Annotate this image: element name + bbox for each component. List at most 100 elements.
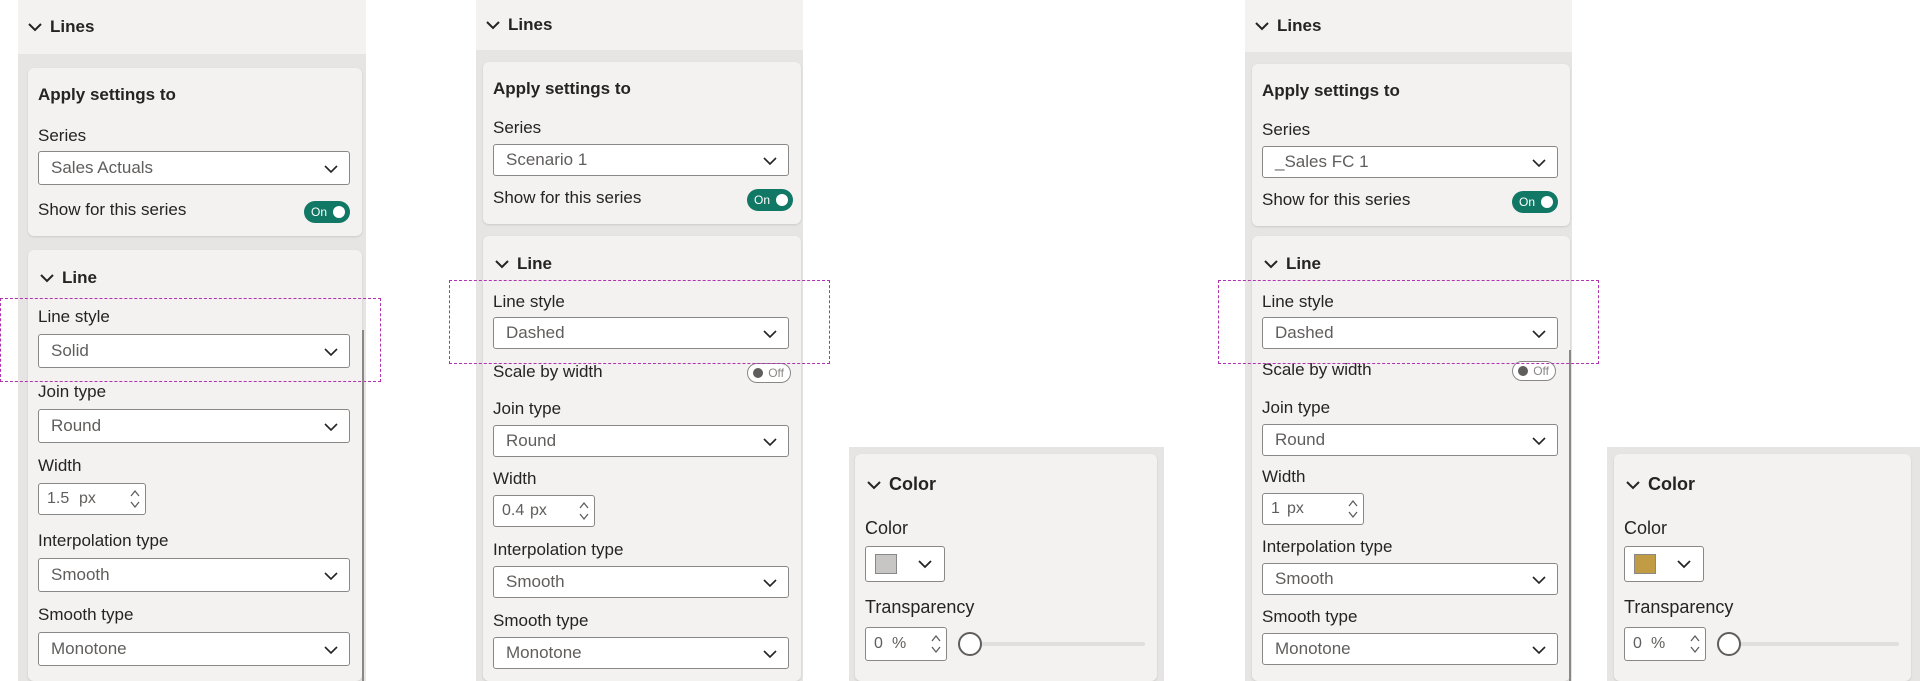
width-unit: px: [79, 490, 96, 507]
toggle-knob: [1518, 366, 1528, 376]
toggle-text: Off: [768, 366, 784, 380]
smooth-type-value: Monotone: [1275, 639, 1351, 658]
spinner-arrows-icon[interactable]: [578, 499, 590, 523]
lines-section-header[interactable]: Lines: [18, 0, 366, 54]
smooth-type-label: Smooth type: [38, 605, 134, 624]
line-section-header[interactable]: Line: [1262, 254, 1321, 274]
color-title: Color: [1648, 474, 1695, 494]
series-value: Scenario 1: [506, 150, 588, 169]
transparency-label: Transparency: [1624, 597, 1734, 617]
chevron-down-icon: [324, 423, 338, 432]
transparency-slider-track[interactable]: [965, 642, 1145, 646]
series-dropdown[interactable]: Sales Actuals: [38, 151, 350, 185]
width-unit: px: [1287, 500, 1304, 517]
toggle-text: On: [1519, 195, 1536, 209]
smooth-type-dropdown[interactable]: Monotone: [38, 632, 350, 666]
transparency-input[interactable]: 0 %: [865, 627, 947, 661]
series-dropdown[interactable]: Scenario 1: [493, 144, 789, 176]
spinner-arrows-icon[interactable]: [930, 632, 942, 656]
chevron-down-icon: [867, 480, 881, 489]
transparency-value: 0: [1633, 635, 1642, 652]
transparency-input[interactable]: 0 %: [1624, 627, 1706, 661]
smooth-type-label: Smooth type: [1262, 607, 1358, 626]
join-type-value: Round: [506, 431, 557, 450]
color-picker-button[interactable]: [865, 546, 945, 582]
color-label: Color: [1624, 518, 1668, 538]
chevron-down-icon: [1532, 576, 1546, 585]
smooth-type-label: Smooth type: [493, 611, 589, 630]
show-for-series-label: Show for this series: [1262, 190, 1411, 209]
width-input[interactable]: 1 px: [1262, 493, 1364, 525]
width-input[interactable]: 0.4 px: [493, 495, 595, 527]
transparency-slider-thumb[interactable]: [958, 632, 982, 656]
chevron-down-icon: [28, 23, 42, 32]
transparency-slider-track[interactable]: [1724, 642, 1899, 646]
apply-settings-card: Apply settings to Series Sales Actuals S…: [28, 68, 362, 236]
transparency-slider-thumb[interactable]: [1717, 632, 1741, 656]
join-type-value: Round: [1275, 430, 1326, 449]
transparency-value: 0: [874, 635, 883, 652]
lines-section-header[interactable]: Lines: [1245, 0, 1572, 52]
join-type-label: Join type: [38, 382, 107, 401]
apply-settings-card: Apply settings to Series Scenario 1 Show…: [483, 62, 801, 224]
toggle-text: On: [754, 193, 771, 207]
join-type-label: Join type: [1262, 398, 1331, 417]
chevron-down-icon: [763, 438, 777, 447]
color-title: Color: [889, 474, 936, 494]
scale-by-width-toggle[interactable]: Off: [747, 363, 791, 383]
spinner-arrows-icon[interactable]: [1689, 632, 1701, 656]
chevron-down-icon: [1677, 560, 1691, 569]
interpolation-type-value: Smooth: [506, 572, 565, 591]
color-card: Color Color Transparency 0 %: [1614, 454, 1911, 681]
line-title: Line: [62, 268, 97, 287]
width-unit: px: [530, 502, 547, 519]
show-for-series-toggle[interactable]: On: [747, 189, 793, 211]
apply-settings-title: Apply settings to: [1262, 81, 1400, 100]
chevron-down-icon: [40, 274, 54, 283]
interpolation-type-dropdown[interactable]: Smooth: [493, 566, 789, 598]
interpolation-type-dropdown[interactable]: Smooth: [1262, 563, 1558, 595]
line-section-header[interactable]: Line: [38, 268, 97, 288]
interpolation-type-dropdown[interactable]: Smooth: [38, 558, 350, 592]
smooth-type-value: Monotone: [51, 639, 127, 658]
line-section-header[interactable]: Line: [493, 254, 552, 274]
smooth-type-dropdown[interactable]: Monotone: [1262, 633, 1558, 665]
width-label: Width: [1262, 467, 1306, 486]
join-type-dropdown[interactable]: Round: [493, 425, 789, 457]
apply-settings-card: Apply settings to Series _Sales FC 1 Sho…: [1252, 64, 1570, 226]
chevron-down-icon: [1532, 437, 1546, 446]
smooth-type-value: Monotone: [506, 643, 582, 662]
show-for-series-label: Show for this series: [493, 188, 642, 207]
toggle-knob: [776, 194, 788, 206]
series-label: Series: [38, 126, 87, 145]
show-for-series-toggle[interactable]: On: [1512, 191, 1558, 213]
smooth-type-dropdown[interactable]: Monotone: [493, 637, 789, 669]
chevron-down-icon: [918, 560, 932, 569]
spinner-arrows-icon[interactable]: [1347, 497, 1359, 521]
transparency-label: Transparency: [865, 597, 975, 617]
chevron-down-icon: [1255, 22, 1269, 31]
scale-by-width-toggle[interactable]: Off: [1512, 361, 1556, 381]
line-style-highlight: [449, 280, 830, 364]
transparency-unit: %: [892, 635, 907, 652]
color-label: Color: [865, 518, 909, 538]
color-section-header[interactable]: Color: [865, 474, 936, 495]
panel-divider: [1569, 350, 1571, 681]
color-picker-button[interactable]: [1624, 546, 1704, 582]
series-dropdown[interactable]: _Sales FC 1: [1262, 146, 1558, 178]
interpolation-type-value: Smooth: [51, 565, 110, 584]
series-label: Series: [493, 118, 542, 137]
width-value: 0.4: [502, 502, 525, 519]
spinner-arrows-icon[interactable]: [129, 487, 141, 511]
color-section-header[interactable]: Color: [1624, 474, 1695, 495]
join-type-value: Round: [51, 416, 102, 435]
join-type-dropdown[interactable]: Round: [38, 409, 350, 443]
join-type-dropdown[interactable]: Round: [1262, 424, 1558, 456]
lines-section-header[interactable]: Lines: [476, 0, 803, 50]
width-value: 1.5: [47, 490, 70, 507]
show-for-series-toggle[interactable]: On: [304, 201, 350, 223]
lines-title: Lines: [50, 17, 95, 36]
width-input[interactable]: 1.5 px: [38, 483, 146, 515]
interpolation-type-value: Smooth: [1275, 569, 1334, 588]
join-type-label: Join type: [493, 399, 562, 418]
